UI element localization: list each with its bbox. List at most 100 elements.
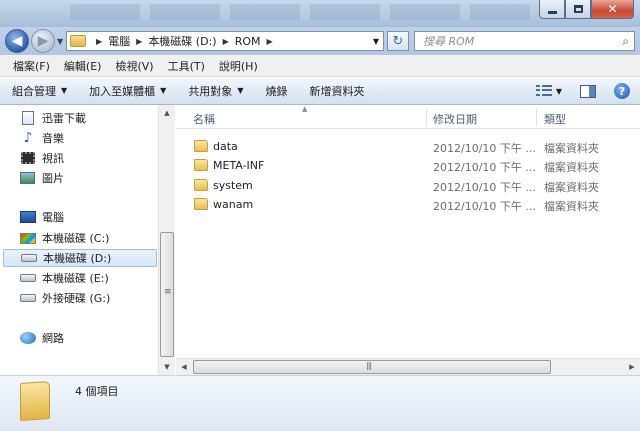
folder-icon [194,159,208,171]
refresh-icon: ↻ [392,33,404,49]
sidebar-item-label: 本機磁碟 (C:) [42,232,110,245]
file-date: 2012/10/10 下午 ... [433,142,536,155]
scroll-down-arrow-icon[interactable]: ▼ [159,359,175,375]
navigation-pane-scrollbar[interactable]: ▲ ▼ [158,105,175,375]
scroll-up-arrow-icon[interactable]: ▲ [159,105,175,121]
burn-label: 燒錄 [265,84,288,98]
maximize-button[interactable] [565,0,591,19]
sidebar-item-drive-e[interactable]: 本機磁碟 (E:) [20,269,109,287]
minimize-icon [547,10,557,14]
file-type: 檔案資料夾 [544,181,599,194]
column-divider[interactable] [536,108,537,126]
sidebar-item-network[interactable]: 網路 [20,329,64,347]
chevron-right-icon[interactable]: ▶ [267,37,273,46]
sidebar-item-pictures[interactable]: 圖片 [20,169,64,187]
sidebar-item-video[interactable]: 視訊 [20,149,64,167]
menu-help[interactable]: 說明(H) [212,58,265,74]
sidebar-item-drive-d[interactable]: 本機磁碟 (D:) [3,249,157,267]
background-taskbar-blur [70,4,530,20]
file-list-horizontal-scrollbar[interactable]: ◀ ▶ [176,358,640,375]
column-header-type[interactable]: 類型 [544,111,566,127]
item-count: 4 個項目 [75,385,119,398]
share-with-button[interactable]: 共用對象 ▼ [188,83,243,99]
file-name: wanam [213,198,254,211]
file-name: data [213,140,238,153]
sidebar-item-label: 圖片 [42,172,64,185]
scroll-left-arrow-icon[interactable]: ◀ [176,359,192,375]
music-icon: ♪ [23,130,33,146]
command-bar: 組合管理 ▼ 加入至媒體櫃 ▼ 共用對象 ▼ 燒錄 新增資料夾 ▼ ? [0,77,640,105]
system-drive-icon [20,232,36,244]
close-button[interactable]: ✕ [591,0,634,19]
organize-label: 組合管理 [12,84,56,98]
search-icon[interactable]: ⌕ [622,34,629,49]
sidebar-item-label: 電腦 [42,211,64,224]
menu-file[interactable]: 檔案(F) [6,58,57,74]
sidebar-item-xunlei-downloads[interactable]: 迅雷下載 [20,109,86,127]
drive-icon [20,294,36,302]
file-row[interactable]: data 2012/10/10 下午 ... 檔案資料夾 [194,137,634,156]
sidebar-item-music[interactable]: ♪ 音樂 [20,129,64,147]
share-with-label: 共用對象 [188,84,233,98]
recent-pages-dropdown[interactable]: ▼ [57,37,63,46]
sidebar-item-drive-c[interactable]: 本機磁碟 (C:) [20,229,109,247]
column-divider[interactable] [426,108,427,126]
minimize-button[interactable] [539,0,565,19]
folder-icon [70,35,86,47]
new-folder-button[interactable]: 新增資料夾 [309,83,364,99]
column-header-name[interactable]: 名稱 [193,111,215,127]
scrollbar-thumb[interactable] [160,232,174,357]
burn-button[interactable]: 燒錄 [265,83,287,99]
chevron-down-icon[interactable]: ▼ [373,37,379,46]
computer-icon [20,211,36,223]
menu-tools[interactable]: 工具(T) [161,58,212,74]
file-row[interactable]: system 2012/10/10 下午 ... 檔案資料夾 [194,176,634,195]
view-options-icon[interactable] [535,85,552,97]
arrow-left-icon: ◀ [11,33,23,49]
file-date: 2012/10/10 下午 ... [433,200,536,213]
file-row[interactable]: wanam 2012/10/10 下午 ... 檔案資料夾 [194,195,634,214]
breadcrumb-drive-d[interactable]: 本機磁碟 (D:) [148,33,216,49]
breadcrumb-computer[interactable]: 電腦 [108,33,130,49]
help-icon[interactable]: ? [614,83,630,99]
menu-edit[interactable]: 編輯(E) [57,58,109,74]
chevron-right-icon[interactable]: ▶ [223,37,229,46]
scroll-right-arrow-icon[interactable]: ▶ [624,359,640,375]
details-pane: 4 個項目 [0,375,640,431]
drive-icon [21,254,37,262]
network-icon [20,332,36,344]
search-placeholder: 搜尋 ROM [423,35,475,48]
file-type: 檔案資料夾 [544,161,599,174]
sidebar-item-drive-g[interactable]: 外接硬碟 (G:) [20,289,110,307]
sidebar-item-label: 本機磁碟 (D:) [43,252,112,265]
scrollbar-thumb[interactable] [193,360,551,374]
sidebar-item-computer[interactable]: 電腦 [20,208,64,226]
add-to-library-button[interactable]: 加入至媒體櫃 ▼ [89,83,166,99]
address-bar[interactable]: ▶ 電腦 ▶ 本機磁碟 (D:) ▶ ROM ▶ ▼ [66,31,384,51]
forward-button[interactable]: ▶ [31,29,55,53]
new-folder-label: 新增資料夾 [309,84,365,98]
drive-icon [20,274,36,282]
column-header-date[interactable]: 修改日期 [433,111,477,127]
preview-pane-icon[interactable] [580,84,596,98]
sidebar-item-label: 外接硬碟 (G:) [42,292,111,305]
breadcrumb-rom[interactable]: ROM [235,35,261,48]
chevron-right-icon[interactable]: ▶ [96,37,102,46]
refresh-button[interactable]: ↻ [387,31,409,51]
folder-icon [194,179,208,191]
sidebar-item-label: 音樂 [42,132,64,145]
column-header-row: ▲ 名稱 修改日期 類型 [176,105,640,129]
back-button[interactable]: ◀ [5,29,29,53]
navigation-bar: ◀ ▶ ▼ ▶ 電腦 ▶ 本機磁碟 (D:) ▶ ROM ▶ ▼ ↻ 搜尋 RO… [0,27,640,55]
chevron-right-icon[interactable]: ▶ [136,37,142,46]
title-bar[interactable]: ✕ [0,0,640,27]
search-input[interactable]: 搜尋 ROM ⌕ [414,31,635,51]
file-row[interactable]: META-INF 2012/10/10 下午 ... 檔案資料夾 [194,156,634,175]
menu-view[interactable]: 檢視(V) [108,58,160,74]
chevron-down-icon[interactable]: ▼ [556,87,562,96]
view-controls: ▼ ? [535,83,630,99]
document-icon [22,111,34,125]
window-controls: ✕ [539,0,634,20]
file-name: META-INF [213,159,265,172]
organize-button[interactable]: 組合管理 ▼ [12,83,67,99]
